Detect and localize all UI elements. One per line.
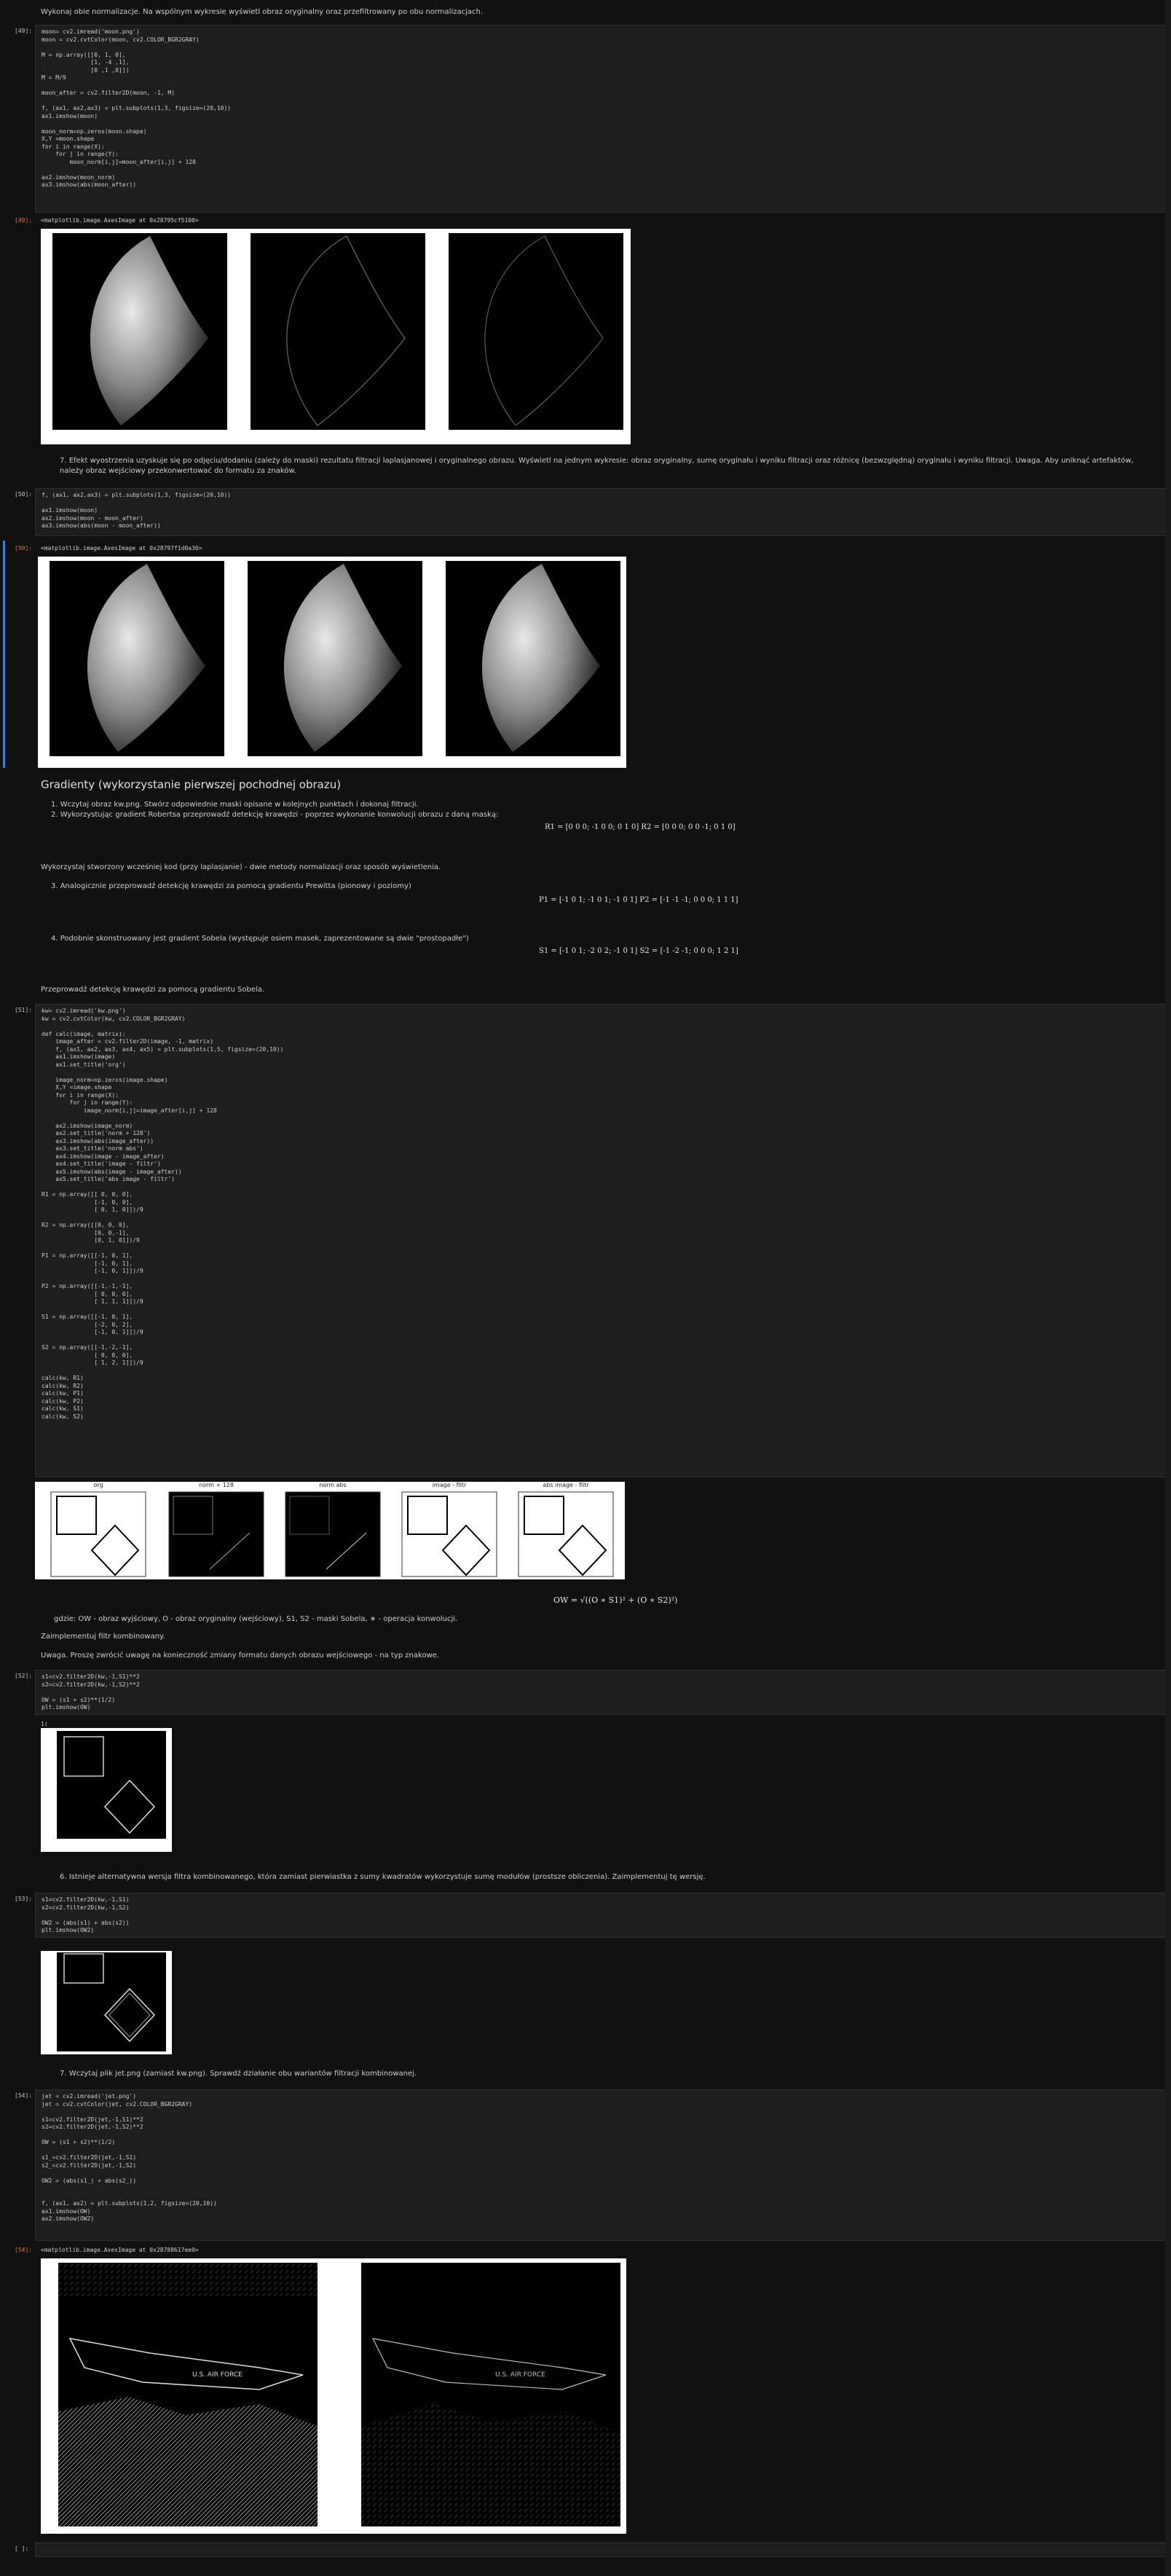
kw-panel-abs-image-filtr	[518, 1491, 614, 1577]
code-cell-moon-laplacian[interactable]: moon= cv2.imread('moon.png') moon = cv2.…	[35, 25, 1168, 213]
jet-label-ow2: U.S. AIR FORCE	[495, 2371, 545, 2379]
moon-panel-abs	[449, 233, 623, 430]
kw-title-image-filtr: image - filtr	[432, 1482, 467, 1488]
ow-description: gdzie: OW - obraz wyjściowy, O - obraz o…	[54, 1615, 458, 1623]
list-item-1: 1. Wczytaj obraz kw.png. Stwórz odpowied…	[51, 801, 419, 809]
kw-figure-svg	[50, 1491, 614, 1577]
warning-text: Uwaga. Proszę zwrócić uwagę na konieczno…	[41, 1652, 440, 1660]
sobel-matrices: S1 = [-1 0 1; -2 0 2; -1 0 1] S2 = [-1 -…	[539, 947, 738, 955]
roberts-matrices: R1 = [0 0 0; -1 0 0; 0 1 0] R2 = [0 0 0;…	[545, 823, 736, 831]
page-scrollbar[interactable]	[1165, 0, 1171, 2576]
prewitt-matrices: P1 = [-1 0 1; -1 0 1; -1 0 1] P2 = [-1 -…	[539, 896, 738, 904]
instruction-text: Wykonaj obie normalizacje. Na wspólnym w…	[41, 8, 484, 16]
moon-figure-2	[38, 557, 626, 768]
jet-figure-svg: U.S. AIR FORCE U.S. AIR FORCE	[58, 2263, 620, 2526]
output-text: <matplotlib.image.AxesImage at 0x28797f1…	[41, 545, 202, 551]
kw-panel-norm128	[168, 1491, 264, 1577]
note-normalization: Wykorzystaj stworzony wcześniej kod (prz…	[41, 863, 441, 871]
code-cell-gradients[interactable]: kw= cv2.imread('kw.png') kw = cv2.cvtCol…	[35, 1004, 1168, 1477]
list-item-3: 3. Analogicznie przeprowadź detekcję kra…	[51, 882, 411, 890]
output-prompt: [50]:	[15, 545, 33, 551]
jet-panel-ow	[58, 2263, 318, 2526]
jet-label-ow: U.S. AIR FORCE	[192, 2371, 243, 2379]
output-text: 1(	[41, 1721, 48, 1727]
moon-figure-1-svg	[52, 233, 623, 430]
jet-panel-ow2	[361, 2263, 620, 2526]
output-text: <matplotlib.image.AxesImage at 0x28795cf…	[41, 217, 199, 224]
jet-figure: U.S. AIR FORCE U.S. AIR FORCE	[41, 2258, 626, 2534]
cell-prompt-empty: [ ]:	[15, 2545, 29, 2552]
ow-formula: OW = √((O ∗ S1)² + (O ∗ S2)²)	[553, 1595, 678, 1605]
ow-figure-svg	[57, 1731, 166, 1839]
code-cell-sum-modules[interactable]: s1=cv2.filter2D(kw,-1,S1) s2=cv2.filter2…	[35, 1893, 1168, 1938]
kw-title-norm128: norm + 128	[199, 1482, 234, 1488]
kw-title-abs-image-filtr: abs image - filtr	[543, 1482, 589, 1488]
kw-figure: org norm + 128 norm abs image - filtr ab…	[35, 1482, 625, 1579]
moon-figure-1	[41, 229, 631, 444]
cell-prompt: [50]:	[15, 491, 33, 498]
note-sobel: Przeprowadź detekcję krawędzi za pomocą …	[41, 986, 265, 994]
kw-title-normabs: norm abs	[319, 1482, 347, 1488]
empty-code-cell[interactable]	[35, 2542, 1168, 2557]
output-text: <matplotlib.image.AxesImage at 0x2878861…	[41, 2247, 199, 2253]
section-heading: Gradienty (wykorzystanie pierwszej pocho…	[41, 778, 342, 791]
code-cell-sharpen[interactable]: f, (ax1, ax2,ax3) = plt.subplots(1,3, fi…	[35, 488, 1168, 536]
kw-panel-image-filtr	[401, 1491, 497, 1577]
list-item-6: 6. Istnieje alternatywna wersja filtra k…	[60, 1873, 706, 1881]
kw-title-org: org	[93, 1482, 103, 1488]
list-item-4: 4. Podobnie skonstruowany jest gradient …	[51, 935, 469, 943]
kw-panel-org	[50, 1491, 146, 1577]
list-item-7: 7. Wczytaj plik jet.png (zamiast kw.png)…	[60, 2070, 417, 2078]
combo-instruction: Zaimplementuj filtr kombinowany.	[41, 1633, 165, 1641]
output-prompt: [49]:	[15, 217, 33, 224]
cell-prompt: [51]:	[15, 1007, 33, 1013]
output-prompt: [54]:	[15, 2247, 33, 2253]
cell-prompt: [49]:	[15, 28, 33, 34]
ow2-figure	[41, 1951, 172, 2054]
kw-panel-normabs	[285, 1491, 381, 1577]
moon-figure-2-svg	[50, 561, 620, 756]
cell-prompt: [54]:	[15, 2092, 33, 2099]
code-cell-jet[interactable]: jet = cv2.imread('jet.png') jet = cv2.cv…	[35, 2089, 1168, 2241]
cell-prompt: [53]:	[15, 1896, 33, 1902]
code-cell-combined-filter[interactable]: s1=cv2.filter2D(kw,-1,S1)**2 s2=cv2.filt…	[35, 1670, 1168, 1715]
moon-panel-norm	[251, 233, 425, 430]
instruction-7: 7. Efekt wyostrzenia uzyskuje się po odj…	[60, 457, 1134, 475]
cell-prompt: [52]:	[15, 1673, 33, 1679]
ow2-figure-svg	[57, 1952, 166, 2051]
list-item-2: 2. Wykorzystując gradient Robertsa przep…	[51, 811, 499, 819]
cell-selection-bar	[3, 541, 5, 768]
ow-figure	[41, 1728, 172, 1852]
